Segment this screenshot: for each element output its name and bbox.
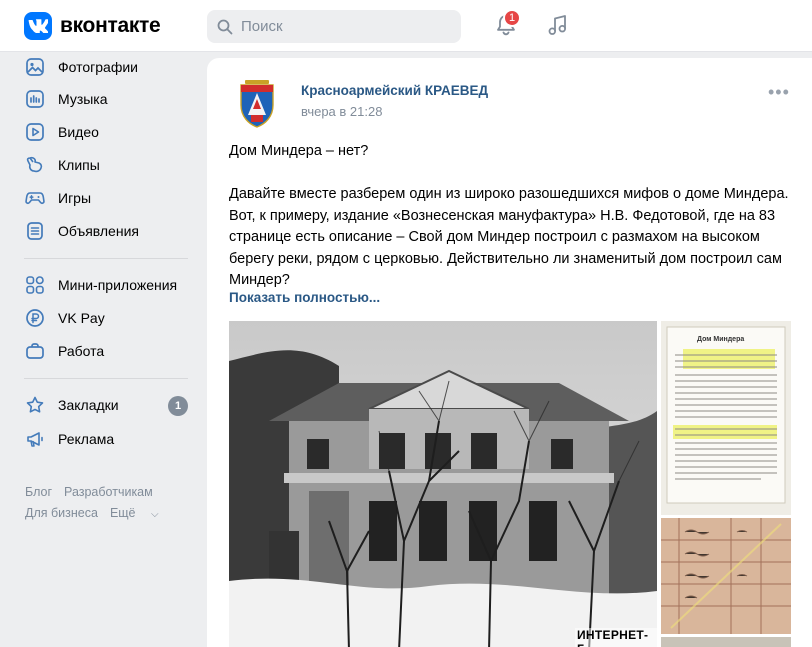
post-more-options-icon[interactable]: ••• (768, 82, 790, 103)
search-input[interactable]: Поиск (207, 10, 461, 43)
vk-logo[interactable]: вконтакте (24, 12, 161, 40)
footer-link-business[interactable]: Для бизнеса (25, 506, 98, 520)
games-icon (24, 187, 46, 209)
sidebar-item-vk-pay[interactable]: VK Pay (24, 303, 194, 333)
sidebar-item-bookmarks[interactable]: Закладки 1 (24, 390, 194, 420)
sidebar-item-classifieds[interactable]: Объявления (24, 216, 194, 246)
post-photo-house[interactable]: ИНТЕРНЕТ-Г (229, 321, 657, 647)
footer-link-blog[interactable]: Блог (25, 485, 52, 499)
video-icon (24, 121, 46, 143)
sidebar-item-label: Клипы (58, 157, 100, 173)
post-photo-ledger[interactable] (661, 518, 791, 634)
top-header: вконтакте Поиск 1 (0, 0, 812, 52)
mini-apps-icon (24, 274, 46, 296)
sidebar-item-label: Видео (58, 124, 99, 140)
post-title: Дом Миндера – нет? (229, 143, 369, 159)
sidebar-item-label: Закладки (58, 397, 119, 413)
sidebar-item-music[interactable]: Музыка (24, 84, 194, 114)
megaphone-icon (24, 428, 46, 450)
sidebar-item-clips[interactable]: Клипы (24, 150, 194, 180)
sidebar-item-video[interactable]: Видео (24, 117, 194, 147)
brand-name: вконтакте (60, 14, 161, 37)
classifieds-icon (24, 220, 46, 242)
search-placeholder: Поиск (241, 18, 283, 35)
music-player-icon[interactable] (545, 12, 571, 38)
bookmarks-icon (24, 394, 46, 416)
notifications-count-badge: 1 (503, 9, 521, 27)
sidebar-item-label: Фотографии (58, 59, 139, 75)
sidebar-item-games[interactable]: Игры (24, 183, 194, 213)
music-icon (24, 88, 46, 110)
coat-of-arms-icon (240, 80, 274, 128)
post-text: Давайте вместе разберем один из широко р… (229, 186, 789, 288)
document-heading: Дом Миндера (697, 336, 745, 343)
footer-link-developers[interactable]: Разработчикам (64, 485, 153, 499)
vk-logo-icon (24, 12, 52, 40)
work-icon (24, 340, 46, 362)
post-photo-document[interactable]: Дом Миндера (661, 321, 791, 515)
sidebar-footer-links-2: Для бизнеса Ещё ⌵ (25, 506, 183, 520)
photos-icon (24, 56, 46, 78)
post-author-link[interactable]: Красноармейский КРАЕВЕД (301, 83, 488, 98)
sidebar-footer-links: Блог Разработчикам (25, 485, 165, 499)
photo-watermark: ИНТЕРНЕТ-Г (575, 628, 657, 647)
post-card: Красноармейский КРАЕВЕД вчера в 21:28 ••… (207, 58, 812, 647)
sidebar-item-label: Игры (58, 190, 92, 206)
vk-pay-icon (24, 307, 46, 329)
chevron-down-icon: ⌵ (151, 509, 159, 520)
bookmarks-count-badge: 1 (168, 396, 188, 416)
sidebar-item-photos[interactable]: Фотографии (24, 52, 194, 82)
sidebar-item-label: Работа (58, 343, 105, 359)
show-more-link[interactable]: Показать полностью... (229, 290, 380, 305)
sidebar-item-label: Реклама (58, 431, 115, 447)
search-icon (217, 19, 233, 34)
sidebar-item-ads[interactable]: Реклама (24, 424, 194, 454)
sidebar-item-label: Объявления (58, 223, 139, 239)
sidebar-divider (24, 378, 188, 379)
footer-more-label: Ещё (109, 506, 136, 520)
post-timestamp[interactable]: вчера в 21:28 (301, 104, 382, 119)
sidebar-item-mini-apps[interactable]: Мини-приложения (24, 270, 194, 300)
clips-icon (24, 154, 46, 176)
sidebar-divider (24, 258, 188, 259)
sidebar-item-label: VK Pay (58, 310, 105, 326)
sidebar-item-label: Мини-приложения (58, 277, 178, 293)
post-photo-extra[interactable] (661, 637, 791, 647)
sidebar-item-label: Музыка (58, 91, 108, 107)
author-avatar[interactable] (229, 76, 285, 132)
footer-link-more[interactable]: Ещё ⌵ (110, 506, 171, 520)
sidebar-item-work[interactable]: Работа (24, 336, 194, 366)
